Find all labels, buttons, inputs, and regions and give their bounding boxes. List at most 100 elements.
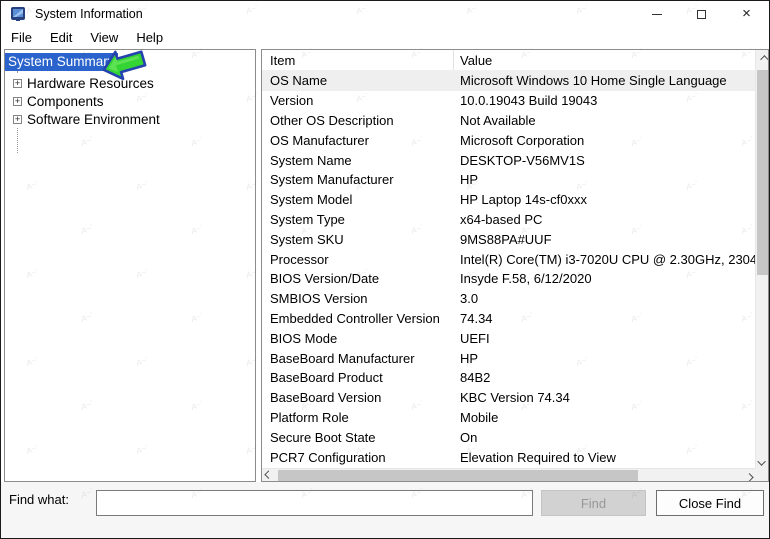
title-bar[interactable]: System Information × xyxy=(1,1,769,27)
table-row[interactable]: BaseBoard Version KBC Version 74.34 xyxy=(262,388,755,408)
value-cell: HP xyxy=(460,172,479,188)
tree-item-label: Hardware Resources xyxy=(27,75,154,91)
item-cell: System Manufacturer xyxy=(270,172,394,188)
maximize-button[interactable] xyxy=(679,1,724,27)
window-title: System Information xyxy=(35,7,143,21)
table-row[interactable]: System Type x64-based PC xyxy=(262,210,755,230)
menu-item-help[interactable]: Help xyxy=(127,28,172,47)
item-cell: Embedded Controller Version xyxy=(270,310,440,326)
value-cell: UEFI xyxy=(460,330,490,346)
table-row[interactable]: Processor Intel(R) Core(TM) i3-7020U CPU … xyxy=(262,249,755,269)
chevron-left-icon xyxy=(263,469,273,479)
tree-item-system-summary[interactable]: System Summary xyxy=(5,52,118,71)
item-cell: System Model xyxy=(270,192,353,208)
menu-item-view[interactable]: View xyxy=(81,28,127,47)
maximize-icon xyxy=(697,9,706,19)
table-row[interactable]: OS Manufacturer Microsoft Corporation xyxy=(262,130,755,150)
item-cell: SMBIOS Version xyxy=(270,291,368,307)
expand-plus-icon[interactable]: + xyxy=(13,114,22,124)
expand-plus-icon[interactable]: + xyxy=(13,96,22,106)
chevron-up-icon xyxy=(759,54,768,64)
item-cell: BaseBoard Version xyxy=(270,390,382,406)
item-cell: BaseBoard Manufacturer xyxy=(270,350,415,366)
find-input[interactable] xyxy=(96,490,533,516)
scroll-left-button[interactable] xyxy=(262,469,277,481)
value-cell: 84B2 xyxy=(460,370,491,386)
minimize-icon xyxy=(651,13,662,15)
item-cell: OS Name xyxy=(270,73,328,89)
value-cell: KBC Version 74.34 xyxy=(460,390,570,406)
item-cell: BIOS Mode xyxy=(270,330,338,346)
table-row[interactable]: System Manufacturer HP xyxy=(262,170,755,190)
close-icon: × xyxy=(742,5,751,22)
column-header-item[interactable]: Item xyxy=(262,50,454,70)
scroll-up-button[interactable] xyxy=(756,50,768,65)
value-cell: On xyxy=(460,429,478,445)
table-row[interactable]: Version 10.0.19043 Build 19043 xyxy=(262,91,755,111)
find-what-label: Find what: xyxy=(9,492,69,507)
table-row[interactable]: PCR7 Configuration Elevation Required to … xyxy=(262,447,755,467)
table-row[interactable]: BaseBoard Manufacturer HP xyxy=(262,348,755,368)
system-information-window: System Information × File Edit View Help Sy… xyxy=(0,0,770,539)
table-row[interactable]: BIOS Version/Date Insyde F.58, 6/12/2020 xyxy=(262,269,755,289)
category-tree-panel: System Summary + Hardware Resources + Compo… xyxy=(4,49,256,482)
tree-item-label: Components xyxy=(27,93,104,109)
value-cell: Microsoft Windows 10 Home Single Languag… xyxy=(460,73,727,89)
horizontal-scrollbar-thumb[interactable] xyxy=(278,470,638,481)
table-row[interactable]: Platform Role Mobile xyxy=(262,408,755,428)
table-row[interactable]: System Name DESKTOP-V56MV1S xyxy=(262,150,755,170)
table-row[interactable]: BIOS Mode UEFI xyxy=(262,328,755,348)
value-cell: 74.34 xyxy=(460,310,493,326)
table-row[interactable]: System Model HP Laptop 14s-cf0xxx xyxy=(262,190,755,210)
value-cell: HP Laptop 14s-cf0xxx xyxy=(460,192,587,208)
value-cell: Microsoft Corporation xyxy=(460,132,585,148)
tree-item-software-environment[interactable]: + Software Environment xyxy=(5,110,160,128)
item-cell: Platform Role xyxy=(270,409,349,425)
find-bar: Find what: Find Close Find Search select… xyxy=(1,482,769,538)
horizontal-scrollbar[interactable] xyxy=(262,468,755,481)
minimize-button[interactable] xyxy=(634,1,679,27)
value-cell: Elevation Required to View xyxy=(460,449,616,465)
tree-item-components[interactable]: + Components xyxy=(5,92,104,110)
item-cell: Processor xyxy=(270,251,329,267)
vertical-scrollbar[interactable] xyxy=(755,50,768,470)
table-row[interactable]: SMBIOS Version 3.0 xyxy=(262,289,755,309)
value-cell: Not Available xyxy=(460,112,536,128)
menu-bar: File Edit View Help xyxy=(1,27,769,48)
value-cell: Insyde F.58, 6/12/2020 xyxy=(460,271,592,287)
value-cell: 9MS88PA#UUF xyxy=(460,231,552,247)
value-cell: HP xyxy=(460,350,479,366)
item-cell: System SKU xyxy=(270,231,344,247)
close-button[interactable]: × xyxy=(724,1,769,27)
item-cell: Other OS Description xyxy=(270,112,394,128)
tree-item-label: Software Environment xyxy=(27,111,160,127)
table-row[interactable]: Embedded Controller Version 74.34 xyxy=(262,309,755,329)
expand-plus-icon[interactable]: + xyxy=(13,78,22,88)
table-row[interactable]: Other OS Description Not Available xyxy=(262,111,755,131)
table-row[interactable]: Secure Boot State On xyxy=(262,427,755,447)
item-cell: System Type xyxy=(270,211,345,227)
table-row[interactable]: OS Name Microsoft Windows 10 Home Single … xyxy=(262,71,755,91)
table-header: Item Value xyxy=(262,50,755,71)
value-cell: 3.0 xyxy=(460,291,479,307)
menu-item-edit[interactable]: Edit xyxy=(41,28,81,47)
menu-item-file[interactable]: File xyxy=(2,28,41,47)
scroll-right-button[interactable] xyxy=(740,469,755,481)
column-header-value[interactable]: Value xyxy=(454,50,755,70)
chevron-down-icon xyxy=(756,456,766,466)
scrollbar-corner xyxy=(755,468,768,481)
details-panel: Item Value OS Name Microsoft Windows 10 H… xyxy=(261,49,769,482)
item-cell: BaseBoard Product xyxy=(270,370,383,386)
value-cell: Intel(R) Core(TM) i3-7020U CPU @ 2.30GHz… xyxy=(460,251,755,267)
find-button[interactable]: Find xyxy=(541,490,646,516)
value-cell: 10.0.19043 Build 19043 xyxy=(460,93,598,109)
table-row[interactable]: System SKU 9MS88PA#UUF xyxy=(262,229,755,249)
chevron-right-icon xyxy=(744,472,754,481)
item-cell: Version xyxy=(270,93,314,109)
item-cell: OS Manufacturer xyxy=(270,132,369,148)
tree-item-hardware-resources[interactable]: + Hardware Resources xyxy=(5,74,154,92)
vertical-scrollbar-thumb[interactable] xyxy=(757,70,768,275)
table-row[interactable]: BaseBoard Product 84B2 xyxy=(262,368,755,388)
item-cell: System Name xyxy=(270,152,352,168)
close-find-button[interactable]: Close Find xyxy=(656,490,764,516)
